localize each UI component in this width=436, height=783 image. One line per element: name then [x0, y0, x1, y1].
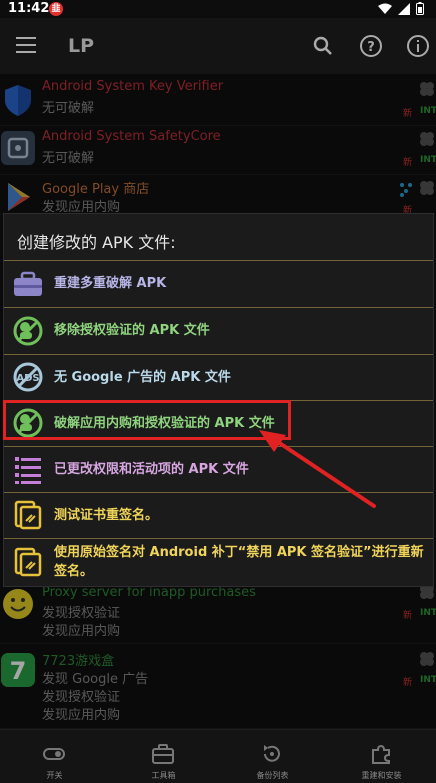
option-label: 已更改权限和活动项的 APK 文件: [54, 462, 249, 477]
nav-label: 重建和安装: [361, 771, 402, 780]
nav-label: 工具箱: [151, 771, 176, 780]
option-label: 重建多重破解 APK: [54, 276, 167, 291]
dialog-title: 创建修改的 APK 文件:: [17, 233, 176, 252]
puzzle-icon: [372, 744, 390, 764]
no-license-icon: [13, 316, 43, 346]
toolbox-icon: [14, 271, 42, 296]
restore-icon: [264, 745, 280, 762]
nav-toggle[interactable]: 开关: [0, 730, 109, 783]
app-bar: LP ?: [0, 18, 436, 74]
bottom-nav: 开关 工具箱 备份列表 重建和安装: [0, 729, 436, 783]
status-icons: [378, 2, 424, 15]
highlight-box: [3, 400, 291, 440]
nav-label: 开关: [46, 771, 63, 780]
option-original-signature-patch[interactable]: 使用原始签名对 Android 补丁“禁用 APK 签名验证”进行重新签名。: [4, 538, 433, 586]
option-label: 测试证书重签名。: [54, 508, 159, 523]
signed-document-icon: [14, 547, 42, 577]
status-time: 11:42: [8, 1, 50, 16]
nav-label: 备份列表: [256, 771, 289, 780]
signal-icon: [398, 2, 410, 15]
wifi-icon: [378, 3, 392, 14]
option-changed-permissions[interactable]: 已更改权限和活动项的 APK 文件: [4, 446, 433, 492]
toolbox-icon: [152, 744, 174, 764]
nav-rebuild-install[interactable]: 重建和安装: [327, 730, 436, 783]
help-icon[interactable]: ?: [359, 34, 383, 58]
menu-icon[interactable]: [16, 37, 36, 53]
battery-icon: [416, 2, 424, 15]
option-rebuild-multi-patch[interactable]: 重建多重破解 APK: [4, 260, 433, 307]
option-no-google-ads[interactable]: ADS 无 Google 广告的 APK 文件: [4, 354, 433, 400]
notification-badge-icon: 韭: [49, 2, 63, 16]
info-icon[interactable]: [406, 34, 430, 58]
nav-toolbox[interactable]: 工具箱: [109, 730, 218, 783]
option-remove-license-verification[interactable]: 移除授权验证的 APK 文件: [4, 307, 433, 354]
toggle-icon: [43, 748, 65, 760]
search-icon[interactable]: [311, 34, 335, 58]
option-label: 无 Google 广告的 APK 文件: [54, 370, 231, 385]
nav-backup-list[interactable]: 备份列表: [218, 730, 327, 783]
status-bar: 11:42 韭: [0, 0, 436, 18]
app-title: LP: [68, 35, 95, 57]
option-label: 移除授权验证的 APK 文件: [54, 323, 210, 338]
option-label: 使用原始签名对 Android 补丁“禁用 APK 签名验证”进行重新签名。: [54, 545, 424, 579]
option-test-cert-resign[interactable]: 测试证书重签名。: [4, 492, 433, 538]
permissions-list-icon: [15, 457, 41, 484]
no-ads-icon: ADS: [13, 362, 43, 392]
signed-document-icon: [14, 500, 42, 530]
svg-text:?: ?: [367, 40, 375, 55]
